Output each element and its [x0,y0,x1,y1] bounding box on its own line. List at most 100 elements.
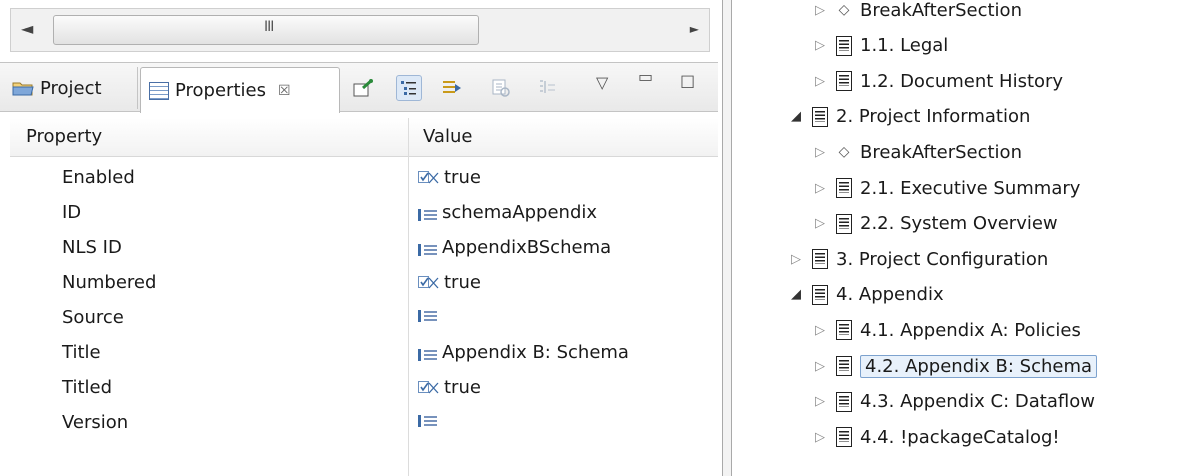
property-value[interactable] [418,307,442,322]
collapsed-arrow-icon[interactable]: ▷ [812,359,828,374]
table-row[interactable]: NLS ID AppendixBSchema [10,230,718,265]
tree-node-label: BreakAfterSection [860,0,1022,21]
collapsed-arrow-icon[interactable]: ▷ [812,430,828,445]
property-value-text: Appendix B: Schema [442,342,629,363]
tree-node[interactable]: ▷ 1.2. Document History [812,65,1063,97]
tab-project[interactable]: Project [4,67,138,109]
section-document-icon [812,284,828,305]
column-header-property[interactable]: Property [26,126,102,147]
show-categories-icon[interactable] [396,75,422,101]
property-value[interactable]: Appendix B: Schema [418,342,629,363]
pin-to-selection-icon[interactable] [350,75,376,101]
collapsed-arrow-icon[interactable]: ▷ [812,38,828,53]
tree-node-label: 3. Project Configuration [836,248,1049,270]
expanded-arrow-icon[interactable]: ◢ [788,287,804,302]
break-diamond-icon: ◇ [838,2,850,18]
collapsed-arrow-icon[interactable]: ▷ [812,216,828,231]
show-advanced-icon[interactable] [440,75,466,101]
property-key: NLS ID [62,237,122,258]
property-value[interactable]: true [418,377,481,398]
maximize-icon[interactable]: ☐ [680,73,695,93]
table-row[interactable]: Enabled true [10,160,718,195]
tree-node-label: 1.1. Legal [860,35,949,57]
section-document-icon [836,356,852,376]
text-icon [418,241,438,256]
tree-node[interactable]: ▷ 2.2. System Overview [812,208,1058,240]
panel-sash[interactable] [722,0,732,476]
tree-node-label: 2.2. System Overview [860,213,1058,235]
property-key: Enabled [62,167,135,188]
properties-panel: ◄ III ► Project Properties ☒ ▽ ▭ ☐ Prope… [0,0,718,476]
property-key: ID [62,202,82,223]
tab-project-label: Project [40,77,102,99]
table-row[interactable]: Title Appendix B: Schema [10,335,718,370]
section-document-icon [836,320,852,341]
property-key: Titled [62,377,113,398]
collapsed-arrow-icon[interactable]: ▷ [812,181,828,196]
collapse-all-icon[interactable] [534,75,560,101]
tab-properties-label: Properties [175,80,266,101]
property-value-text: true [444,167,481,188]
tree-node[interactable]: ▷ ◇ BreakAfterSection [812,136,1022,168]
tree-node[interactable]: ◢ 2. Project Information [788,101,1030,133]
tree-node[interactable]: ▷ 4.3. Appendix C: Dataflow [812,386,1095,418]
section-document-icon [812,249,828,270]
table-row[interactable]: Titled true [10,370,718,405]
property-value-text: schemaAppendix [442,202,598,223]
collapsed-arrow-icon[interactable]: ▷ [812,74,828,89]
view-menu-icon[interactable]: ▽ [596,73,608,92]
collapsed-arrow-icon[interactable]: ▷ [812,323,828,338]
table-row[interactable]: ID schemaAppendix [10,195,718,230]
tree-node[interactable]: ▷ 3. Project Configuration [788,243,1048,275]
tree-node[interactable]: ▷ 4.2. Appendix B: Schema [812,350,1098,382]
property-value-text: AppendixBSchema [442,237,612,258]
expanded-arrow-icon[interactable]: ◢ [788,109,804,124]
collapsed-arrow-icon[interactable]: ▷ [812,3,828,18]
tree-node-label: 2.1. Executive Summary [860,177,1081,199]
section-document-icon [836,391,852,412]
column-header-value[interactable]: Value [423,126,472,147]
table-row[interactable]: Source [10,300,718,335]
collapsed-arrow-icon[interactable]: ▷ [812,394,828,409]
tree-node-label: 4.4. !packageCatalog! [860,426,1060,448]
tree-node-label: 4. Appendix [836,284,944,306]
tree-node[interactable]: ▷ 2.1. Executive Summary [812,172,1080,204]
property-value[interactable]: true [418,272,481,293]
section-document-icon [836,71,852,92]
tree-node[interactable]: ▷ ◇ BreakAfterSection [812,0,1022,26]
tree-node-label: 4.3. Appendix C: Dataflow [860,391,1095,413]
folder-icon [12,80,34,96]
tree-node[interactable]: ▷ 4.1. Appendix A: Policies [812,314,1081,346]
restore-default-icon[interactable] [488,75,514,101]
table-row[interactable]: Version [10,405,718,440]
section-document-icon [836,427,852,448]
scrollbar-thumb[interactable]: III [53,15,479,45]
scroll-left-arrow-icon[interactable]: ◄ [21,19,33,38]
tab-properties[interactable]: Properties ☒ [140,67,340,113]
property-value[interactable] [418,412,442,427]
tree-node[interactable]: ◢ 4. Appendix [788,279,944,311]
view-tab-bar: Project Properties ☒ ▽ ▭ ☐ [0,62,718,113]
minimize-icon[interactable]: ▭ [638,67,653,86]
horizontal-scrollbar[interactable]: ◄ III ► [10,8,710,52]
property-value[interactable]: true [418,167,481,188]
tree-node[interactable]: ▷ 4.4. !packageCatalog! [812,421,1060,453]
collapsed-arrow-icon[interactable]: ▷ [788,252,804,267]
properties-table-header: Property Value [10,118,718,157]
table-row[interactable]: Numbered true [10,265,718,300]
property-key: Version [62,412,129,433]
tree-node-label: 1.2. Document History [860,70,1064,92]
text-icon [418,412,438,427]
tree-node[interactable]: ▷ 1.1. Legal [812,30,948,62]
section-document-icon [836,178,852,198]
boolean-icon [418,380,440,395]
text-icon [418,206,438,221]
close-tab-icon[interactable]: ☒ [278,83,291,99]
property-value-text: true [444,272,481,293]
tree-node-label: 4.1. Appendix A: Policies [860,319,1081,341]
scroll-right-arrow-icon[interactable]: ► [690,22,699,36]
collapsed-arrow-icon[interactable]: ▷ [812,145,828,160]
section-document-icon [836,213,852,234]
property-value[interactable]: schemaAppendix [418,202,597,223]
property-value[interactable]: AppendixBSchema [418,237,611,258]
